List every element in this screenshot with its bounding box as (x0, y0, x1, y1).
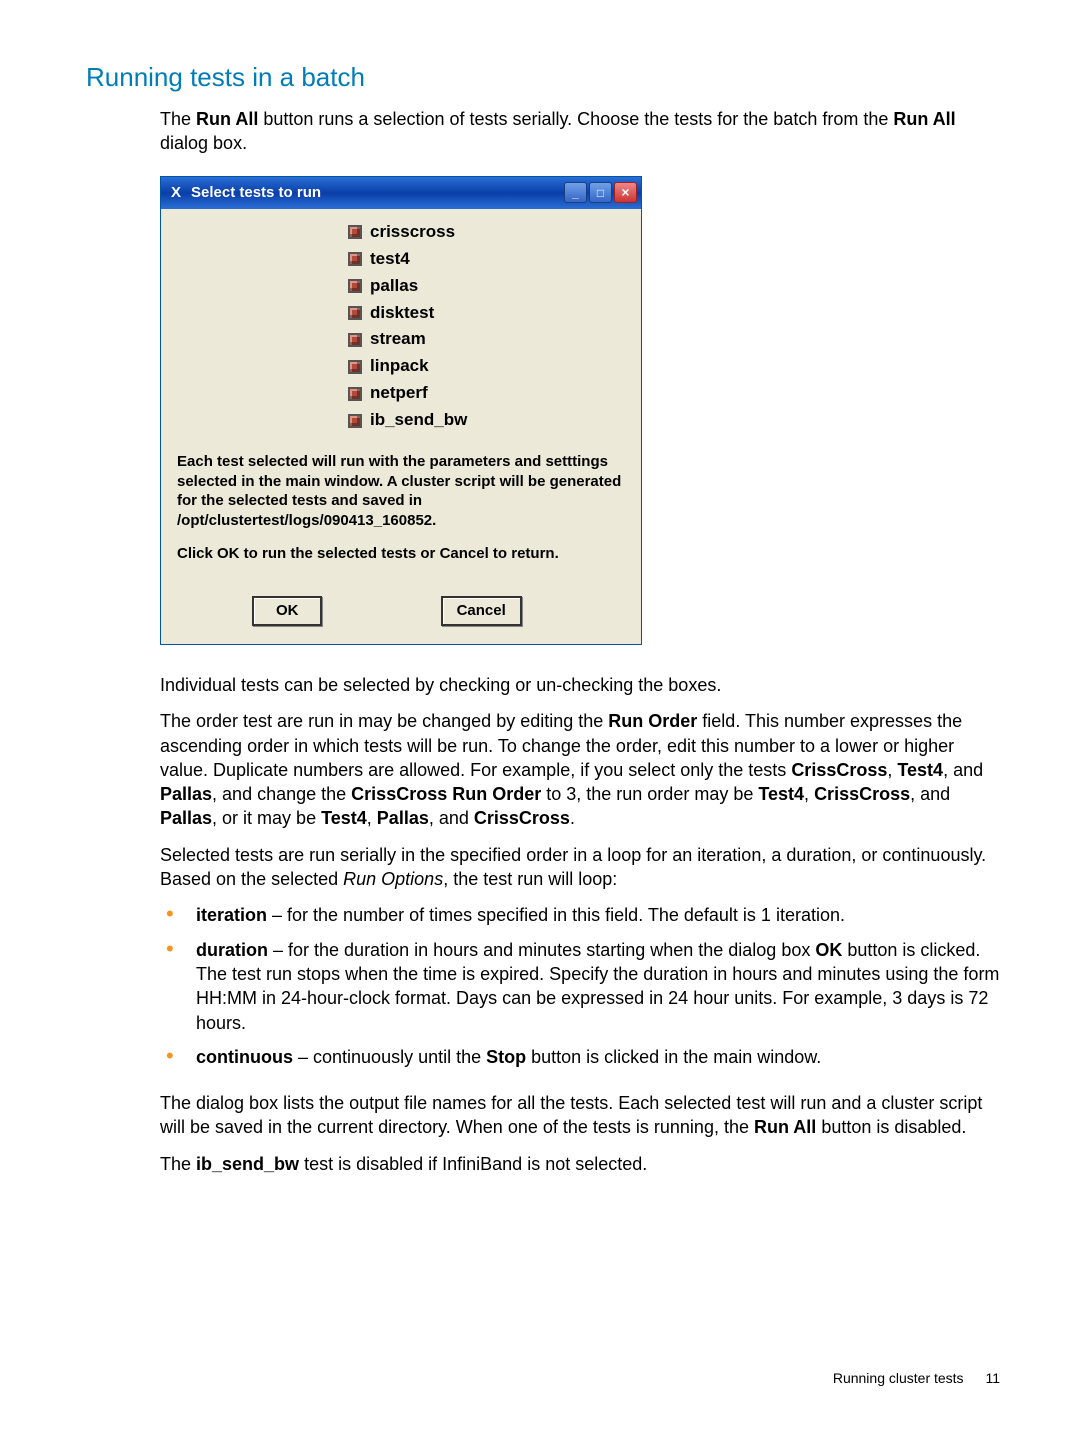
text: , and (910, 784, 950, 804)
checkbox-icon[interactable] (348, 306, 362, 320)
check-label: netperf (370, 382, 428, 405)
checkbox-icon[interactable] (348, 333, 362, 347)
text: , (887, 760, 897, 780)
intro-paragraph: The Run All button runs a selection of t… (160, 107, 1000, 156)
check-row[interactable]: stream (276, 326, 526, 353)
minimize-icon[interactable]: _ (564, 182, 587, 203)
dialog-titlebar[interactable]: X Select tests to run _ □ × (161, 177, 641, 209)
text: The (160, 1154, 196, 1174)
option-key: continuous (196, 1047, 293, 1067)
text: The (160, 109, 196, 129)
check-label: stream (370, 328, 426, 351)
text: , and (943, 760, 983, 780)
page-number: 11 (985, 1370, 1000, 1386)
bold-term: ib_send_bw (196, 1154, 299, 1174)
check-row[interactable]: linpack (276, 353, 526, 380)
close-icon[interactable]: × (614, 182, 637, 203)
text: – continuously until the (293, 1047, 486, 1067)
run-all-label: Run All (196, 109, 258, 129)
bold-term: Pallas (160, 784, 212, 804)
check-row[interactable]: test4 (276, 246, 526, 273)
body-paragraph: Individual tests can be selected by chec… (160, 673, 1000, 697)
text: dialog box. (160, 133, 247, 153)
check-label: test4 (370, 248, 410, 271)
bold-term: OK (815, 940, 842, 960)
bold-term: Test4 (758, 784, 804, 804)
text: The order test are run in may be changed… (160, 711, 608, 731)
ok-button[interactable]: OK (252, 596, 322, 626)
check-row[interactable]: crisscross (276, 219, 526, 246)
section-heading: Running tests in a batch (86, 60, 1000, 95)
text: , (367, 808, 377, 828)
list-item: iteration – for the number of times spec… (160, 903, 1000, 937)
bold-term: Run Order (608, 711, 697, 731)
bold-term: CrissCross Run Order (351, 784, 541, 804)
italic-term: Run Options (343, 869, 443, 889)
text: , or it may be (212, 808, 321, 828)
text: – for the number of times specified in t… (267, 905, 845, 925)
option-key: duration (196, 940, 268, 960)
body-paragraph: The dialog box lists the output file nam… (160, 1091, 1000, 1140)
check-label: ib_send_bw (370, 409, 467, 432)
page-footer: Running cluster tests 11 (833, 1369, 1000, 1388)
text: – for the duration in hours and minutes … (268, 940, 815, 960)
checkbox-icon[interactable] (348, 225, 362, 239)
options-list: iteration – for the number of times spec… (160, 903, 1000, 1079)
bold-term: Stop (486, 1047, 526, 1067)
text: button runs a selection of tests seriall… (258, 109, 893, 129)
dialog-message: Each test selected will run with the par… (177, 452, 625, 564)
check-label: linpack (370, 355, 429, 378)
footer-text: Running cluster tests (833, 1370, 964, 1386)
body-paragraph: Selected tests are run serially in the s… (160, 843, 1000, 892)
text: , and change the (212, 784, 351, 804)
checkbox-icon[interactable] (348, 387, 362, 401)
run-all-label: Run All (893, 109, 955, 129)
checkbox-icon[interactable] (348, 360, 362, 374)
text: , and (429, 808, 474, 828)
bold-term: CrissCross (791, 760, 887, 780)
check-label: pallas (370, 275, 418, 298)
checkbox-icon[interactable] (348, 414, 362, 428)
text: , the test run will loop: (443, 869, 617, 889)
body-paragraph: The ib_send_bw test is disabled if Infin… (160, 1152, 1000, 1176)
bold-term: CrissCross (474, 808, 570, 828)
dialog-message-p2: Click OK to run the selected tests or Ca… (177, 544, 625, 564)
test-checklist: crisscross test4 pallas disktest stream … (276, 219, 526, 435)
body-paragraph: The order test are run in may be changed… (160, 709, 1000, 830)
select-tests-dialog: X Select tests to run _ □ × crisscross t… (160, 176, 642, 645)
option-key: iteration (196, 905, 267, 925)
list-item: continuous – continuously until the Stop… (160, 1045, 1000, 1079)
check-label: disktest (370, 302, 434, 325)
text: . (570, 808, 575, 828)
text: button is clicked in the main window. (526, 1047, 821, 1067)
bold-term: Run All (754, 1117, 816, 1137)
dialog-title: Select tests to run (191, 183, 321, 203)
bold-term: Pallas (377, 808, 429, 828)
check-row[interactable]: ib_send_bw (276, 407, 526, 434)
checkbox-icon[interactable] (348, 279, 362, 293)
checkbox-icon[interactable] (348, 252, 362, 266)
text: test is disabled if InfiniBand is not se… (299, 1154, 647, 1174)
bold-term: Test4 (321, 808, 367, 828)
check-row[interactable]: netperf (276, 380, 526, 407)
check-row[interactable]: pallas (276, 273, 526, 300)
bold-term: CrissCross (814, 784, 910, 804)
bold-term: Test4 (897, 760, 943, 780)
bold-term: Pallas (160, 808, 212, 828)
text: , (804, 784, 814, 804)
cancel-button[interactable]: Cancel (441, 596, 522, 626)
maximize-icon[interactable]: □ (589, 182, 612, 203)
dialog-message-p1: Each test selected will run with the par… (177, 452, 625, 530)
app-x-icon: X (167, 184, 185, 202)
check-label: crisscross (370, 221, 455, 244)
text: to 3, the run order may be (541, 784, 758, 804)
text: button is disabled. (816, 1117, 966, 1137)
list-item: duration – for the duration in hours and… (160, 938, 1000, 1045)
check-row[interactable]: disktest (276, 300, 526, 327)
